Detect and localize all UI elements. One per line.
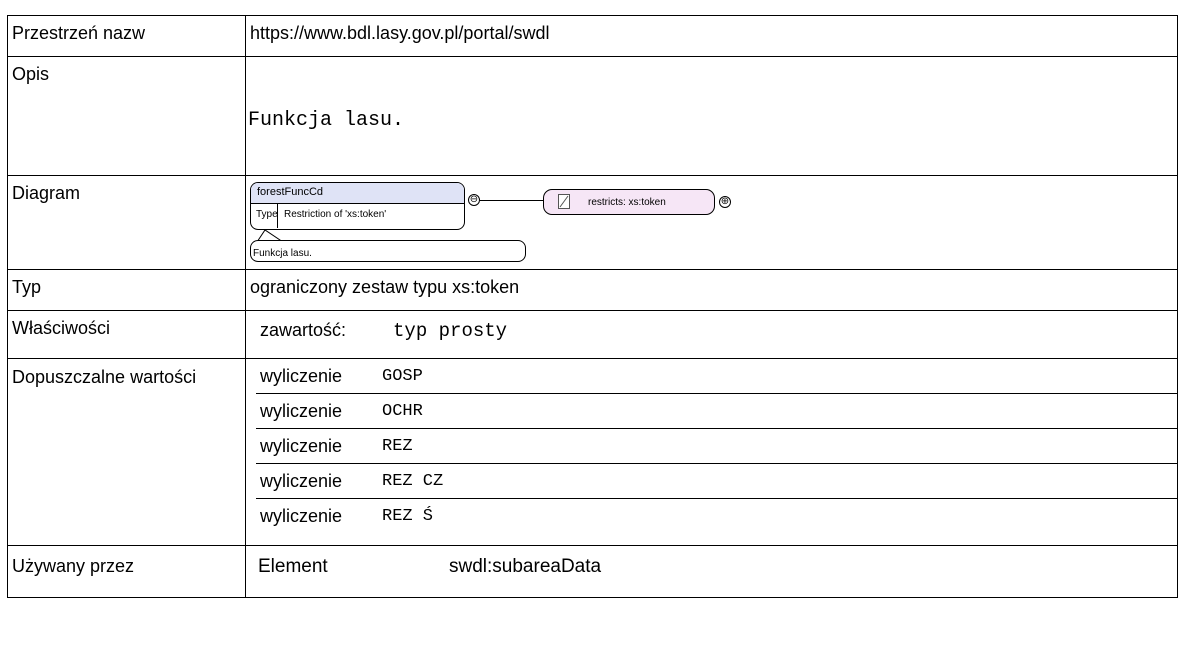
enum-key: wyliczenie	[256, 359, 378, 394]
used-by-link[interactable]: swdl:subareaData	[449, 556, 601, 578]
enum-row: wyliczenie REZ CZ	[256, 463, 1177, 499]
annotation-box: Funkcja lasu.	[250, 240, 526, 262]
label-used-by: Używany przez	[7, 545, 246, 598]
enum-row: wyliczenie OCHR	[256, 393, 1177, 429]
enum-row: wyliczenie GOSP	[256, 359, 1177, 394]
label-diagram: Diagram	[7, 175, 246, 270]
schema-diagram: forestFuncCd Type Restriction of 'xs:tok…	[249, 180, 769, 262]
enum-value: REZ Ś	[382, 506, 434, 526]
enum-value: REZ	[378, 428, 1177, 464]
enum-row: wyliczenie REZ Ś	[256, 499, 1177, 534]
label-type: Typ	[7, 269, 246, 311]
enum-row: wyliczenie REZ	[256, 428, 1177, 464]
enum-value: OCHR	[378, 393, 1177, 429]
enum-key: wyliczenie	[256, 463, 378, 499]
label-description: Opis	[7, 56, 246, 176]
used-by-key: Element	[258, 556, 328, 577]
row-description: Opis Funkcja lasu.	[7, 56, 1178, 176]
element-box[interactable]: forestFuncCd Type Restriction of 'xs:tok…	[250, 182, 465, 230]
schema-doc-table: Przestrzeń nazw https://www.bdl.lasy.gov…	[7, 15, 1178, 598]
row-properties: Właściwości zawartość: typ prosty	[7, 310, 1178, 359]
value-type: ograniczony zestaw typu xs:token	[245, 269, 1178, 311]
restriction-label: restricts: xs:token	[588, 197, 666, 208]
enum-key: wyliczenie	[256, 428, 378, 464]
restriction-box[interactable]: restricts: xs:token	[543, 189, 715, 215]
enum-key: wyliczenie	[260, 505, 343, 526]
type-key: Type	[251, 204, 278, 228]
label-allowed-values: Dopuszczalne wartości	[7, 358, 246, 546]
enum-value: GOSP	[378, 359, 1177, 394]
cropped-heading-strip	[0, 0, 1192, 14]
property-key: zawartość:	[260, 320, 347, 340]
label-namespace: Przestrzeń nazw	[7, 15, 246, 57]
element-name: forestFuncCd	[251, 183, 464, 204]
collapse-icon[interactable]: ⊖	[468, 194, 480, 206]
value-namespace: https://www.bdl.lasy.gov.pl/portal/swdl	[245, 15, 1178, 57]
connector-line	[480, 200, 543, 201]
enum-key: wyliczenie	[256, 393, 378, 429]
property-value: typ prosty	[393, 320, 508, 342]
facet-icon	[558, 194, 570, 209]
row-used-by: Używany przez Element swdl:subareaData	[7, 545, 1178, 598]
row-allowed-values: Dopuszczalne wartości wyliczenie GOSP wyl…	[7, 358, 1178, 546]
enum-value: REZ CZ	[378, 463, 1177, 499]
row-namespace: Przestrzeń nazw https://www.bdl.lasy.gov…	[7, 15, 1178, 57]
enumeration-list: wyliczenie GOSP wyliczenie OCHR wyliczenie…	[256, 359, 1177, 533]
expand-icon[interactable]: ⊕	[719, 196, 731, 208]
description-text: Funkcja lasu.	[248, 109, 405, 132]
type-value: Restriction of 'xs:token'	[284, 209, 387, 220]
label-properties: Właściwości	[7, 310, 246, 359]
row-diagram: Diagram forestFuncCd Type Restriction of…	[7, 175, 1178, 270]
row-type: Typ ograniczony zestaw typu xs:token	[7, 269, 1178, 311]
